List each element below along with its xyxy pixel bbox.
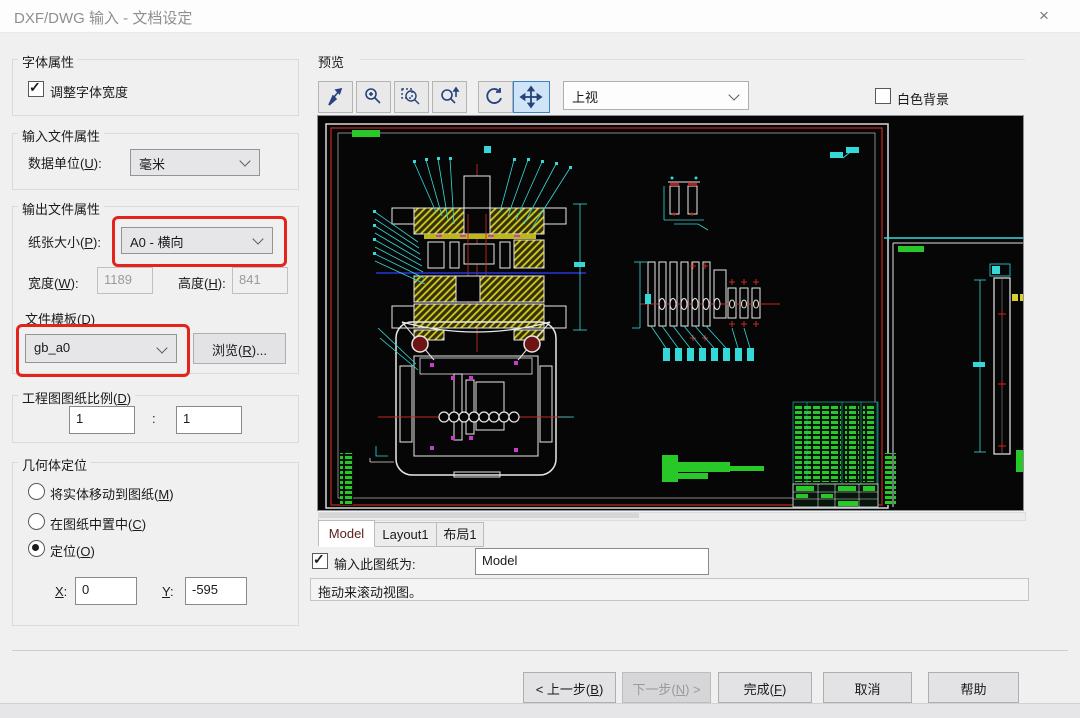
data-units-label: 数据单位(U): [28, 153, 102, 172]
preview-scrollbar-thumb[interactable] [319, 513, 639, 518]
tab-layout1[interactable]: Layout1 [374, 522, 437, 547]
radio-move-entities[interactable] [28, 483, 45, 500]
adjust-font-width-checkbox[interactable] [28, 81, 44, 97]
chevron-down-icon [156, 342, 167, 353]
file-template-select[interactable]: gb_a0 [25, 334, 177, 363]
paper-size-label: 纸张大小(P): [28, 232, 101, 251]
window-title: DXF/DWG 输入 - 文档设定 [14, 7, 192, 28]
scale-numerator-field[interactable]: 1 [69, 406, 135, 434]
footer-band [0, 703, 1080, 718]
bracket-detail-view [664, 177, 708, 231]
sheet-scale-title: 工程图图纸比例(D) [18, 388, 135, 407]
y-field[interactable]: -595 [185, 577, 247, 605]
view-orientation-select[interactable]: 上视 [563, 81, 749, 110]
import-sheet-label[interactable]: 输入此图纸为: [334, 554, 416, 573]
scale-denominator-field[interactable]: 1 [176, 406, 242, 434]
data-units-select[interactable]: 毫米 [130, 149, 260, 176]
stripper-comb-view [632, 262, 780, 361]
zoom-icon[interactable] [356, 81, 391, 113]
tab-model[interactable]: Model [318, 520, 375, 547]
refresh-icon[interactable] [478, 81, 513, 113]
radio-center-in-sheet[interactable] [28, 513, 45, 530]
bom-table [793, 402, 878, 507]
tab-buju1[interactable]: 布局1 [436, 522, 484, 547]
chevron-down-icon [239, 155, 250, 166]
paper-size-select[interactable]: A0 - 横向 [121, 227, 273, 254]
status-text: 拖动来滚动视图。 [318, 582, 422, 601]
back-button[interactable]: < 上一步(B) [523, 672, 616, 703]
zoom-scale-icon[interactable] [432, 81, 467, 113]
second-sheet [884, 238, 1023, 507]
cancel-button[interactable]: 取消 [823, 672, 912, 703]
green-stack-right [884, 453, 896, 505]
height-label: 高度(H): [178, 273, 226, 292]
adjust-font-width-label[interactable]: 调整字体宽度 [50, 82, 128, 101]
pointer-icon[interactable] [318, 81, 353, 113]
blank-layout-shape [662, 455, 764, 482]
browse-button[interactable]: 浏览(R)... [193, 333, 286, 364]
file-template-label: 文件模板(D) [25, 309, 95, 328]
x-field[interactable]: 0 [75, 577, 137, 605]
output-file-title: 输出文件属性 [18, 199, 104, 218]
height-field: 841 [232, 267, 288, 294]
zoom-area-icon[interactable] [394, 81, 429, 113]
preview-title: 预览 [318, 52, 344, 71]
y-label: Y: [162, 584, 174, 599]
green-stack-left [340, 453, 353, 505]
geometry-positioning-title: 几何体定位 [18, 455, 91, 474]
pan-icon[interactable] [513, 81, 550, 113]
sheet-name-input[interactable]: Model [475, 548, 709, 575]
white-background-checkbox[interactable] [875, 88, 891, 104]
scale-separator: : [152, 411, 156, 426]
input-file-title: 输入文件属性 [18, 126, 104, 145]
radio-position[interactable] [28, 540, 45, 557]
radio-center-in-sheet-label[interactable]: 在图纸中置中(C) [50, 514, 146, 533]
status-bar: 拖动来滚动视图。 [310, 578, 1029, 601]
preview-canvas[interactable] [318, 116, 1023, 510]
chevron-down-icon [252, 233, 263, 244]
next-button: 下一步(N) > [622, 672, 711, 703]
font-properties-title: 字体属性 [18, 52, 78, 71]
preview-scrollbar[interactable] [318, 512, 1026, 521]
width-field: 1189 [97, 267, 153, 294]
title-bar: DXF/DWG 输入 - 文档设定 × [0, 0, 1080, 33]
radio-move-entities-label[interactable]: 将实体移动到图纸(M) [50, 484, 174, 503]
finish-button[interactable]: 完成(F) [718, 672, 812, 703]
import-sheet-checkbox[interactable] [312, 553, 328, 569]
preview-title-rule [360, 59, 1025, 60]
white-background-label[interactable]: 白色背景 [897, 89, 949, 108]
chevron-down-icon [728, 89, 739, 100]
footer-separator [12, 650, 1068, 651]
die-top-view [370, 322, 574, 477]
width-label: 宽度(W): [28, 273, 79, 292]
cad-drawing [318, 116, 1023, 510]
help-button[interactable]: 帮助 [928, 672, 1019, 703]
radio-position-label[interactable]: 定位(O) [50, 541, 95, 560]
x-label: X: [55, 584, 67, 599]
close-icon[interactable]: × [1026, 4, 1062, 28]
